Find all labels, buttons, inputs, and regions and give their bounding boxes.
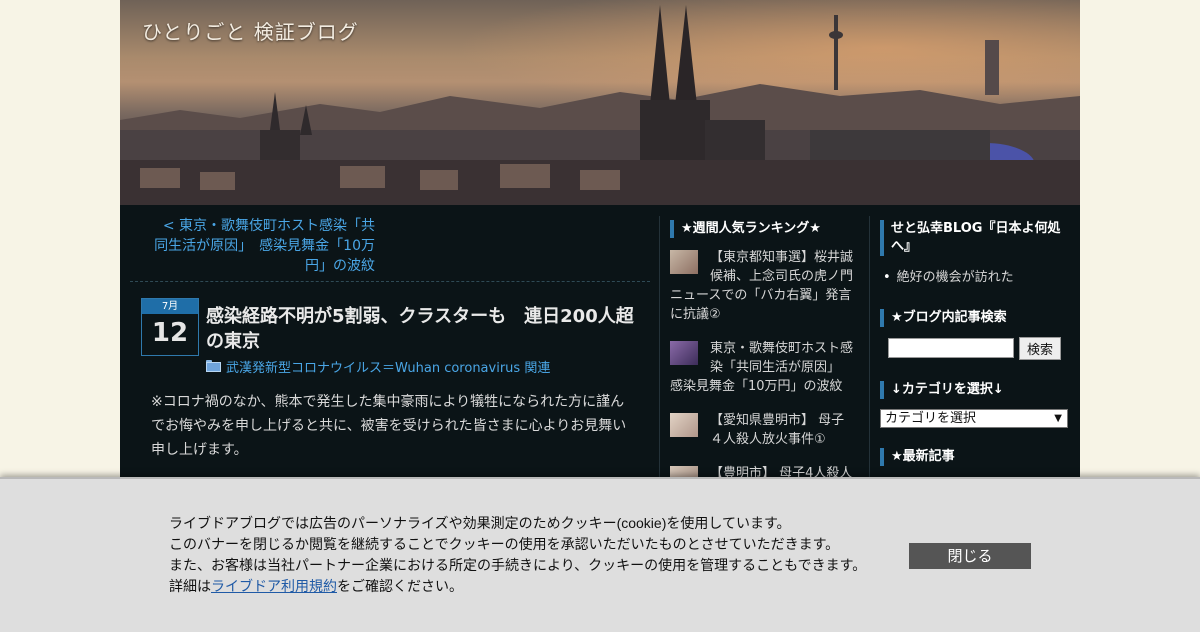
ranking-thumbnail[interactable] — [670, 250, 698, 274]
category-select[interactable]: カテゴリを選択 ▼ — [880, 409, 1068, 428]
cookie-detail-suffix: をご確認ください。 — [337, 578, 463, 594]
ranking-item[interactable]: 【愛知県豊明市】 母子４人殺人放火事件① — [670, 411, 855, 449]
search-heading: ★ブログ内記事検索 — [880, 309, 1007, 327]
terms-link[interactable]: ライブドア利用規約 — [211, 578, 337, 594]
ranking-thumbnail[interactable] — [670, 341, 698, 365]
header-banner[interactable]: ひとりごと 検証ブログ — [120, 0, 1080, 205]
ranking-item-label[interactable]: 【愛知県豊明市】 母子４人殺人放火事件① — [710, 413, 844, 447]
cookie-detail-prefix: 詳細は — [169, 578, 211, 594]
search-input[interactable] — [888, 338, 1014, 358]
category-select-value: カテゴリを選択 — [885, 411, 977, 426]
post-body: ※コロナ禍のなか、熊本で発生した集中豪雨により犠牲になられた方に謹んでお悔やみを… — [151, 394, 627, 458]
ranking-heading: ★週間人気ランキング★ — [670, 220, 821, 238]
post-date-month: 7月 — [142, 299, 198, 314]
ranking-item[interactable]: 東京・歌舞伎町ホスト感染「共同生活が原因」 感染見舞金「10万円」の波紋 — [670, 339, 855, 396]
ranking-thumbnail[interactable] — [670, 413, 698, 437]
latest-posts-heading: ★最新記事 — [880, 448, 955, 466]
category-heading: ↓カテゴリを選択↓ — [880, 381, 1004, 399]
cookie-banner: ライブドアブログでは広告のパーソナライズや効果測定のためクッキー(cookie)… — [0, 477, 1200, 632]
ranking-item[interactable]: 【東京都知事選】桜井誠候補、上念司氏の虎ノ門ニュースでの「バカ右翼」発言に抗議② — [670, 248, 855, 324]
close-button[interactable]: 閉じる — [909, 543, 1031, 569]
blog-title[interactable]: ひとりごと 検証ブログ — [142, 16, 359, 45]
post-category: 武漢発新型コロナウイルス＝Wuhan coronavirus 関連 — [206, 356, 550, 376]
divider — [130, 281, 650, 282]
folder-icon — [206, 360, 221, 372]
post-date: 7月 12 — [141, 298, 199, 356]
post-category-link[interactable]: 武漢発新型コロナウイルス＝Wuhan coronavirus 関連 — [226, 357, 550, 376]
post-date-day: 12 — [151, 318, 189, 348]
cookie-line: 詳細はライブドア利用規約をご確認ください。 — [169, 576, 879, 597]
cookie-line: このバナーを閉じるか閲覧を継続することでクッキーの使用を承認いただいたものとさせ… — [169, 536, 840, 552]
post-title[interactable]: 感染経路不明が5割弱、クラスターも 連日200人超の東京 — [206, 304, 636, 354]
cookie-text: ライブドアブログでは広告のパーソナライズや効果測定のためクッキー(cookie)… — [169, 513, 879, 597]
prev-post-link[interactable]: < 東京・歌舞伎町ホスト感染「共同生活が原因」 感染見舞金「10万円」の波紋 — [150, 216, 375, 276]
cookie-line: ライブドアブログでは広告のパーソナライズや効果測定のためクッキー(cookie)… — [169, 515, 791, 531]
search-button[interactable]: 検索 — [1019, 337, 1061, 360]
dropdown-arrow-icon: ▼ — [1054, 413, 1062, 424]
external-blog-link[interactable]: 絶好の機会が訪れた — [883, 266, 1014, 285]
cookie-line: また、お客様は当社パートナー企業における所定の手続きにより、クッキーの使用を管理… — [169, 557, 867, 573]
external-blog-heading: せと弘幸BLOG『日本よ何処へ』 — [880, 220, 1061, 256]
